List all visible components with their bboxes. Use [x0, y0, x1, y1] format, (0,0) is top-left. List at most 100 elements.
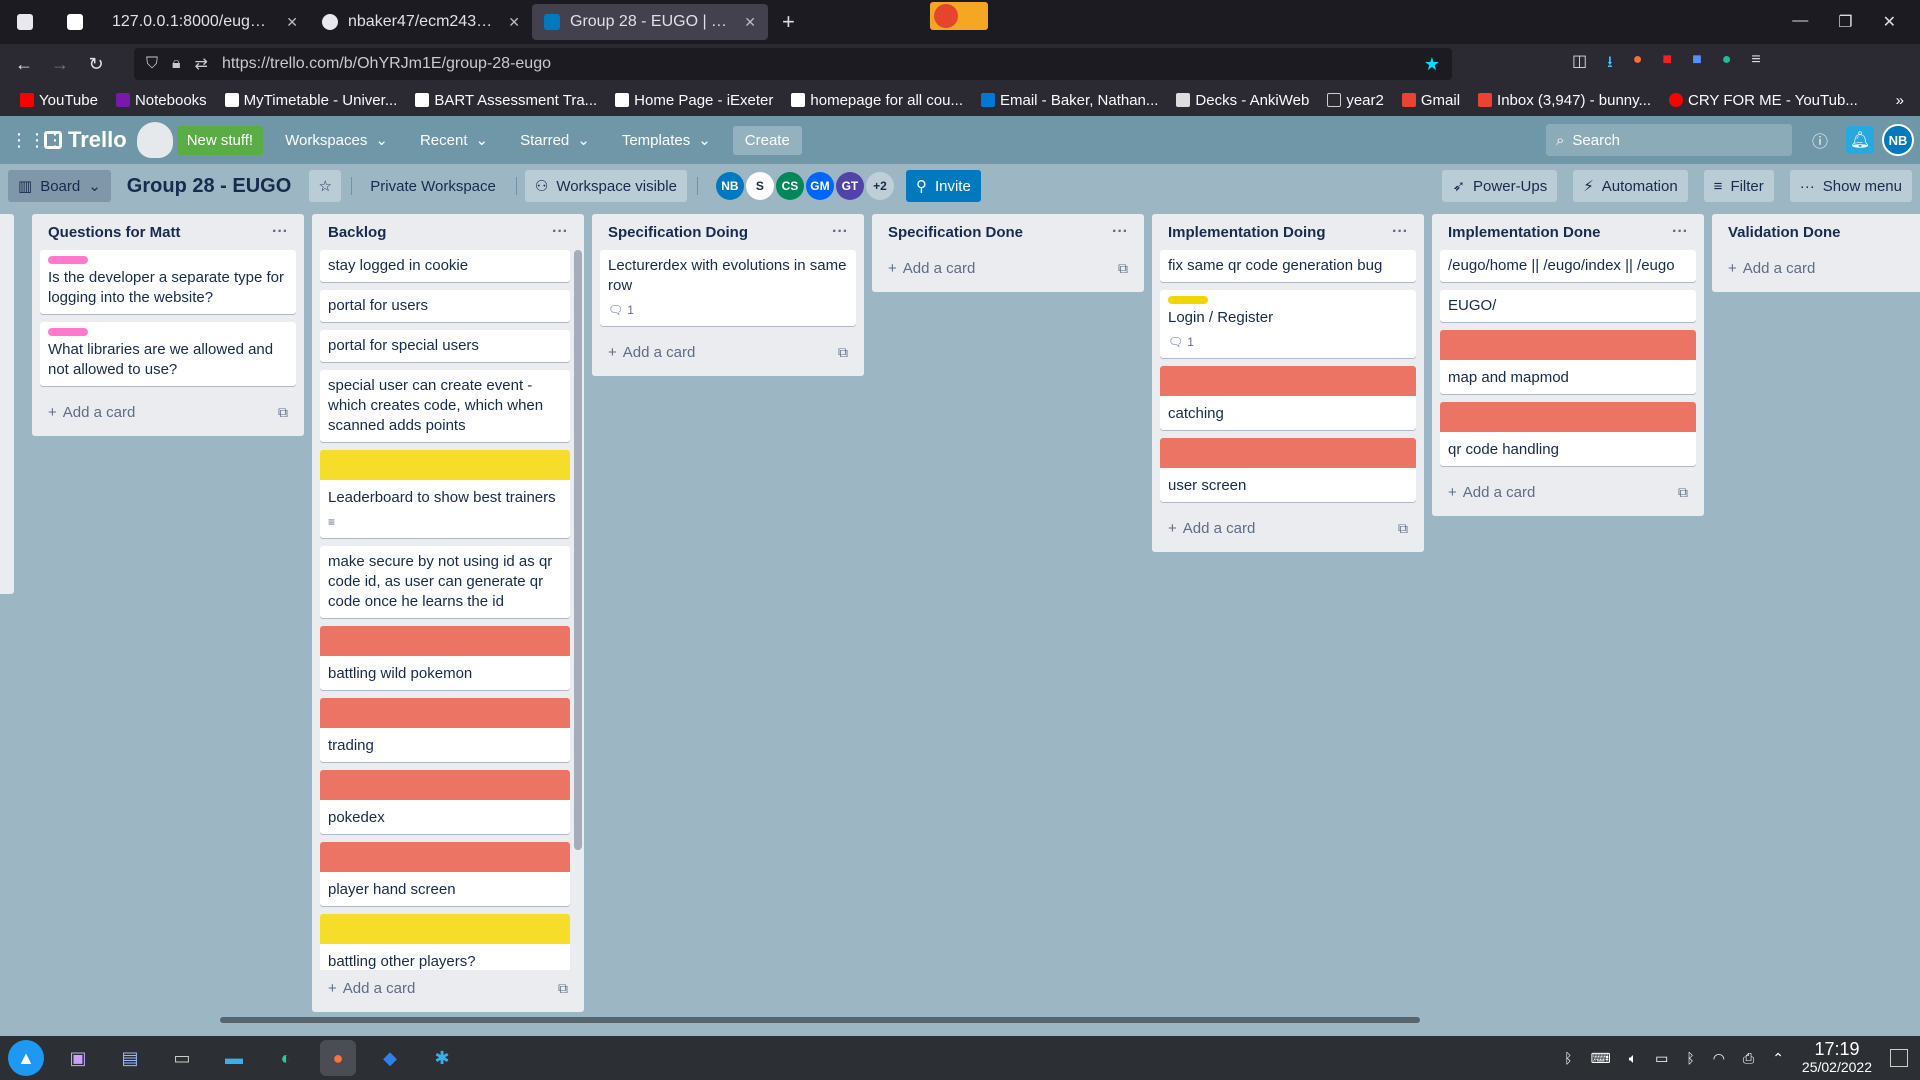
- bookmark-item[interactable]: Email - Baker, Nathan...: [981, 92, 1158, 109]
- kde-connect-icon[interactable]: ✱: [424, 1040, 460, 1076]
- reload-icon[interactable]: ↻: [78, 54, 114, 75]
- card[interactable]: battling wild pokemon: [320, 626, 570, 690]
- apps-grid-icon[interactable]: ⋮⋮⋮: [10, 130, 64, 151]
- card[interactable]: Login / Register 🗨︎ 1: [1160, 290, 1416, 358]
- card[interactable]: Is the developer a separate type for log…: [40, 250, 296, 314]
- new-tab-button[interactable]: +: [768, 9, 809, 35]
- member-avatar[interactable]: CS: [775, 172, 804, 200]
- member-avatar[interactable]: NB: [715, 172, 744, 200]
- new-stuff-button[interactable]: New stuff!: [176, 125, 264, 155]
- list-header[interactable]: Backlog ···: [320, 214, 576, 250]
- add-card-button[interactable]: + Add a card ⧉: [1160, 510, 1416, 546]
- card[interactable]: pokedex: [320, 770, 570, 834]
- board-view-switcher[interactable]: ▥ Board ⌄: [8, 170, 111, 202]
- list-header[interactable]: Implementation Done ···: [1440, 214, 1696, 250]
- add-card-button[interactable]: + Add a card ⧉: [40, 394, 296, 430]
- volume-icon[interactable]: 🔈︎: [1629, 1050, 1637, 1067]
- menu-icon[interactable]: ≡: [1751, 51, 1760, 78]
- list-title[interactable]: Specification Done: [888, 224, 1023, 241]
- member-avatar[interactable]: GT: [835, 172, 864, 200]
- wifi-icon[interactable]: ◠: [1713, 1050, 1725, 1067]
- lock-icon[interactable]: 🔒︎: [172, 55, 181, 73]
- visibility-button[interactable]: ⚇ Workspace visible: [524, 170, 687, 202]
- tray-expand-icon[interactable]: ⌃: [1772, 1050, 1784, 1067]
- list-menu-icon[interactable]: ···: [1392, 223, 1408, 241]
- extension-icon[interactable]: ■: [1692, 51, 1702, 78]
- list-menu-icon[interactable]: ···: [1672, 223, 1688, 241]
- minimize-icon[interactable]: —: [1792, 12, 1808, 32]
- list-menu-icon[interactable]: ···: [552, 223, 568, 241]
- workspace-button[interactable]: Private Workspace: [360, 170, 506, 202]
- card[interactable]: qr code handling: [1440, 402, 1696, 466]
- scrollbar-thumb[interactable]: [574, 250, 582, 850]
- card-template-icon[interactable]: ⧉: [1118, 260, 1128, 277]
- card-label[interactable]: [48, 328, 88, 336]
- board-title[interactable]: Group 28 - EUGO: [127, 175, 291, 198]
- card[interactable]: make secure by not using id as qr code i…: [320, 546, 570, 618]
- automation-button[interactable]: ⚡︎ Automation: [1573, 170, 1688, 202]
- star-board-icon[interactable]: ☆: [309, 170, 342, 202]
- list-menu-icon[interactable]: ···: [832, 223, 848, 241]
- bookmark-item[interactable]: BART Assessment Tra...: [415, 92, 597, 109]
- list-header[interactable]: Specification Doing ···: [600, 214, 856, 250]
- bookmark-item[interactable]: Gmail: [1401, 92, 1460, 109]
- add-card-button[interactable]: + Add a card: [1720, 250, 1912, 286]
- card[interactable]: portal for users: [320, 290, 570, 322]
- system-clock[interactable]: 17:19 25/02/2022: [1802, 1040, 1872, 1076]
- list-scrollbar[interactable]: [574, 250, 582, 850]
- bookmark-item[interactable]: Decks - AnkiWeb: [1176, 92, 1309, 109]
- bookmark-item[interactable]: CRY FOR ME - YouTub...: [1669, 92, 1858, 109]
- list-title[interactable]: Implementation Done: [1448, 224, 1601, 241]
- add-card-button[interactable]: + Add a card ⧉: [600, 334, 856, 370]
- bookmark-item[interactable]: MyTimetable - Univer...: [224, 92, 397, 109]
- user-avatar[interactable]: NB: [1882, 124, 1914, 156]
- bookmark-folder[interactable]: year2: [1327, 92, 1384, 109]
- bluetooth-icon[interactable]: ᛒ: [1564, 1050, 1572, 1066]
- card-template-icon[interactable]: ⧉: [838, 344, 848, 361]
- list-title[interactable]: Questions for Matt: [48, 224, 181, 241]
- list-title[interactable]: Backlog: [328, 224, 386, 241]
- forward-icon[interactable]: →: [42, 54, 78, 75]
- terminal-icon[interactable]: ▭: [164, 1040, 200, 1076]
- add-card-button[interactable]: + Add a card ⧉: [320, 970, 576, 1006]
- bookmark-star-icon[interactable]: ★: [1424, 54, 1440, 75]
- list-menu-icon[interactable]: ···: [272, 223, 288, 241]
- card[interactable]: player hand screen: [320, 842, 570, 906]
- edge-browser-icon[interactable]: ◐: [268, 1040, 304, 1076]
- info-icon[interactable]: ⓘ: [1806, 126, 1834, 154]
- recent-menu[interactable]: Recent ⌄: [410, 125, 498, 155]
- list-header[interactable]: Specification Done ···: [880, 214, 1136, 250]
- close-icon[interactable]: ✕: [508, 14, 520, 31]
- card-label[interactable]: [48, 256, 88, 264]
- show-menu-button[interactable]: ··· Show menu: [1789, 170, 1912, 202]
- add-card-button[interactable]: + Add a card ⧉: [880, 250, 1136, 286]
- board-horizontal-scrollbar[interactable]: [220, 1017, 1420, 1023]
- download-icon[interactable]: ⭳: [1607, 51, 1613, 78]
- list-title[interactable]: Implementation Doing: [1168, 224, 1326, 241]
- battery-icon[interactable]: ▭: [1655, 1050, 1668, 1067]
- card[interactable]: fix same qr code generation bug: [1160, 250, 1416, 282]
- browser-tab[interactable]: [0, 4, 50, 40]
- file-manager-icon[interactable]: ▬: [216, 1040, 252, 1076]
- card[interactable]: What libraries are we allowed and not al…: [40, 322, 296, 386]
- list-header[interactable]: Questions for Matt ···: [40, 214, 296, 250]
- discover-store-icon[interactable]: ▤: [112, 1040, 148, 1076]
- shield-icon[interactable]: ⛉: [146, 55, 158, 73]
- card-template-icon[interactable]: ⧉: [1398, 520, 1408, 537]
- taco-mascot-icon[interactable]: [136, 122, 173, 158]
- show-desktop-icon[interactable]: [1890, 1049, 1908, 1067]
- bluetooth-tray-icon[interactable]: ᛒ: [1686, 1050, 1694, 1066]
- card[interactable]: catching: [1160, 366, 1416, 430]
- extension-icon[interactable]: ●: [1633, 51, 1643, 78]
- browser-tab[interactable]: nbaker47/ecm2434_grp ✕: [310, 4, 532, 40]
- bookmark-item[interactable]: homepage for all cou...: [791, 92, 963, 109]
- list-header[interactable]: Validation Done: [1720, 214, 1912, 250]
- bookmark-item[interactable]: Home Page - iExeter: [615, 92, 773, 109]
- bookmark-item[interactable]: Notebooks: [115, 92, 207, 109]
- list-header[interactable]: Implementation Doing ···: [1160, 214, 1416, 250]
- card[interactable]: battling other players?: [320, 914, 570, 970]
- printer-icon[interactable]: ⎙: [1743, 1050, 1754, 1067]
- add-card-button[interactable]: + Add a card ⧉: [1440, 474, 1696, 510]
- card-template-icon[interactable]: ⧉: [558, 980, 568, 997]
- filter-button[interactable]: ≡ Filter: [1703, 170, 1774, 202]
